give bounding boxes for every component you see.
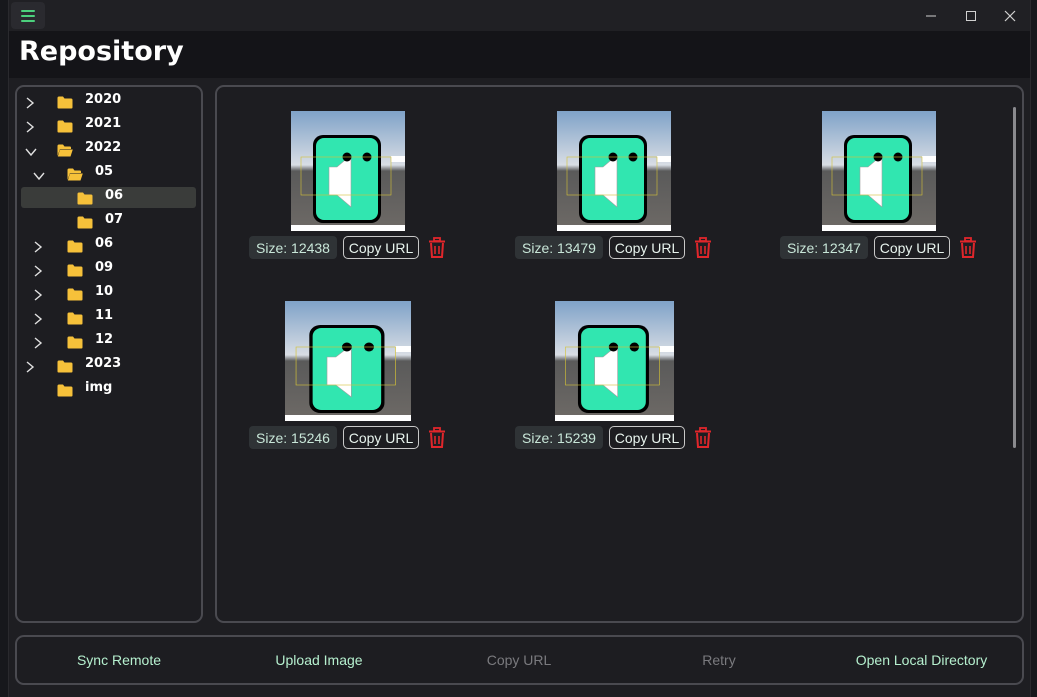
folder-icon xyxy=(57,118,73,137)
folder-icon xyxy=(57,358,73,377)
size-badge: Size: 13479 xyxy=(515,236,603,259)
page-title: Repository xyxy=(19,36,184,67)
copy-url-button[interactable]: Copy URL xyxy=(874,236,950,259)
tree-item-label: 10 xyxy=(95,284,114,299)
open-local-directory-button[interactable]: Open Local Directory xyxy=(819,637,1024,683)
chevron-right-icon[interactable] xyxy=(25,118,35,137)
folder-icon xyxy=(57,382,73,401)
trash-icon[interactable] xyxy=(693,427,713,449)
tree-item[interactable]: 2020 xyxy=(17,90,197,110)
tree-item[interactable]: 2022 xyxy=(17,138,197,158)
tree-item[interactable]: 11 xyxy=(17,306,197,326)
size-badge: Size: 12438 xyxy=(249,236,337,259)
tree-item-label: 09 xyxy=(95,260,114,275)
chevron-right-icon[interactable] xyxy=(25,94,35,113)
image-thumbnail[interactable] xyxy=(285,301,411,421)
retry-button[interactable]: Retry xyxy=(619,637,819,683)
image-thumbnail[interactable] xyxy=(557,111,671,231)
tree-item-label: 06 xyxy=(95,236,114,251)
upload-image-label: Upload Image xyxy=(275,652,363,668)
tree-item[interactable]: 12 xyxy=(17,330,197,350)
size-badge: Size: 15239 xyxy=(515,426,603,449)
chevron-right-icon[interactable] xyxy=(33,262,43,281)
tree-item-label: 12 xyxy=(95,332,114,347)
hamburger-icon[interactable] xyxy=(11,2,45,29)
copy-url-button[interactable]: Copy URL xyxy=(343,426,419,449)
copy-url-button[interactable]: Copy URL xyxy=(609,426,685,449)
folder-tree-panel: 2020 2021 2022 05 06 07 06 09 10 11 12 2023 img xyxy=(15,85,203,623)
tree-item[interactable]: 05 xyxy=(17,162,197,182)
tree-item-label: 06 xyxy=(105,188,124,203)
chevron-right-icon[interactable] xyxy=(33,238,43,257)
page-header: Repository xyxy=(9,31,1030,78)
copy-url-button[interactable]: Copy URL xyxy=(419,637,619,683)
copy-url-button[interactable]: Copy URL xyxy=(343,236,419,259)
folder-open-icon xyxy=(67,166,83,185)
tree-item[interactable]: 10 xyxy=(17,282,197,302)
chevron-down-icon[interactable] xyxy=(33,166,45,185)
maximize-icon[interactable] xyxy=(951,0,991,31)
tree-item-label: 2020 xyxy=(85,92,122,107)
tree-item-label: 2021 xyxy=(85,116,122,131)
folder-icon xyxy=(67,262,83,281)
tree-item[interactable]: 07 xyxy=(17,210,197,230)
tree-item[interactable]: img xyxy=(17,378,197,398)
trash-icon[interactable] xyxy=(693,237,713,259)
sync-remote-label: Sync Remote xyxy=(76,652,162,668)
chevron-right-icon[interactable] xyxy=(33,286,43,305)
upload-image-button[interactable]: Upload Image xyxy=(219,637,419,683)
folder-icon xyxy=(67,238,83,257)
scrollbar[interactable] xyxy=(1013,107,1016,448)
close-icon[interactable] xyxy=(990,0,1030,31)
image-thumbnail[interactable] xyxy=(555,301,674,421)
tree-item-label: 2022 xyxy=(85,140,122,155)
image-grid-panel: Size: 12438 Copy URL Size: 13479 Copy URL xyxy=(215,85,1024,623)
title-bar xyxy=(9,0,1030,31)
retry-label: Retry xyxy=(702,652,736,668)
tree-item[interactable]: 2021 xyxy=(17,114,197,134)
folder-icon xyxy=(77,214,93,233)
tree-item-label: 11 xyxy=(95,308,114,323)
image-thumbnail[interactable] xyxy=(291,111,405,231)
bottom-action-bar: Sync Remote Upload Image Copy URL Retry … xyxy=(15,635,1024,685)
tree-item-label: img xyxy=(85,380,113,395)
chevron-right-icon[interactable] xyxy=(33,310,43,329)
folder-icon xyxy=(67,334,83,353)
chevron-right-icon[interactable] xyxy=(25,358,35,377)
sync-remote-button[interactable]: Sync Remote xyxy=(19,637,219,683)
tree-item-label: 07 xyxy=(105,212,124,227)
trash-icon[interactable] xyxy=(427,237,447,259)
size-badge: Size: 12347 xyxy=(780,236,868,259)
open-local-directory-label: Open Local Directory xyxy=(855,652,988,668)
size-badge: Size: 15246 xyxy=(249,426,337,449)
tree-item[interactable]: 06 xyxy=(17,186,197,206)
folder-open-icon xyxy=(57,142,73,161)
image-thumbnail[interactable] xyxy=(822,111,936,231)
minimize-icon[interactable] xyxy=(911,0,951,31)
copy-url-label: Copy URL xyxy=(486,652,552,668)
tree-item[interactable]: 06 xyxy=(17,234,197,254)
chevron-right-icon[interactable] xyxy=(33,334,43,353)
tree-item-label: 2023 xyxy=(85,356,122,371)
tree-item-label: 05 xyxy=(95,164,114,179)
copy-url-button[interactable]: Copy URL xyxy=(609,236,685,259)
folder-icon xyxy=(57,94,73,113)
folder-icon xyxy=(77,190,93,209)
trash-icon[interactable] xyxy=(958,237,978,259)
app-window: Repository 2020 2021 2022 05 06 07 06 09 10 11 12 2… xyxy=(8,0,1031,697)
folder-icon xyxy=(67,286,83,305)
chevron-down-icon[interactable] xyxy=(25,142,37,161)
folder-icon xyxy=(67,310,83,329)
trash-icon[interactable] xyxy=(427,427,447,449)
tree-item[interactable]: 09 xyxy=(17,258,197,278)
tree-item[interactable]: 2023 xyxy=(17,354,197,374)
